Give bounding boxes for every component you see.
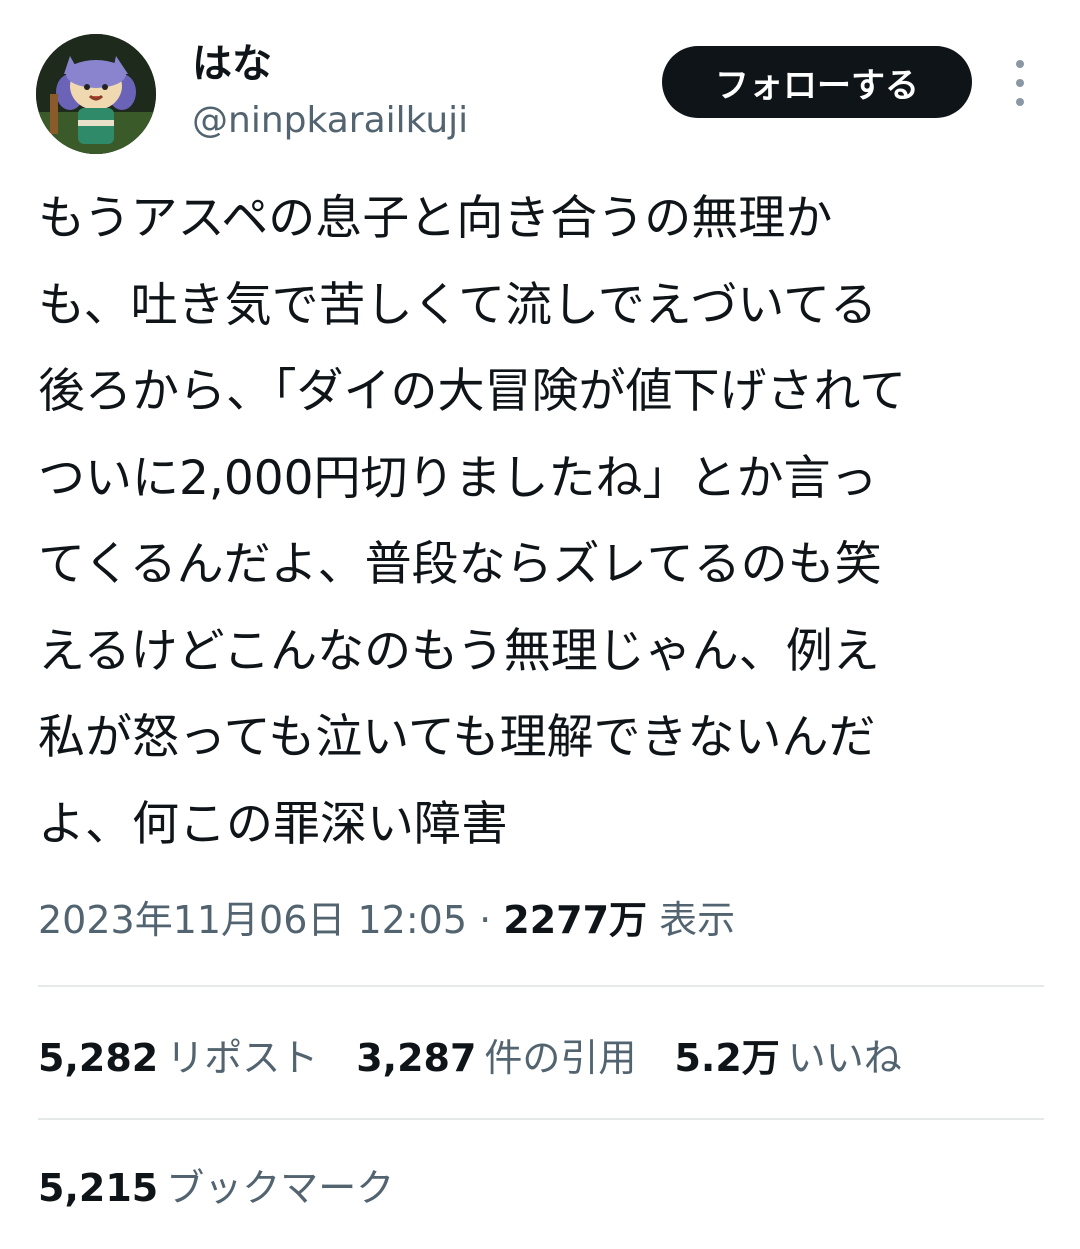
reposts-stat[interactable]: 5,282 リポスト — [38, 1030, 318, 1086]
quotes-label: 件の引用 — [484, 1036, 637, 1080]
tweet-text: もうアスペの息子と向き合うの無理か も、吐き気で苦しくて流しでえづいてる 後ろか… — [38, 176, 1048, 868]
avatar[interactable] — [36, 34, 156, 154]
vertical-ellipsis-icon[interactable] — [1004, 60, 1036, 106]
dot — [1016, 98, 1024, 106]
likes-label: いいね — [787, 1036, 902, 1080]
follow-button[interactable]: フォローする — [662, 46, 972, 118]
quotes-stat[interactable]: 3,287 件の引用 — [356, 1030, 636, 1086]
bookmarks-label: ブックマーク — [166, 1166, 395, 1210]
bookmarks-stat[interactable]: 5,215 ブックマーク — [38, 1160, 394, 1216]
meta-separator: · — [467, 898, 504, 942]
tweet-header: はな @ninpkarailkuji フォローする — [0, 0, 1080, 170]
divider — [38, 1118, 1044, 1120]
timestamp[interactable]: 2023年11月06日 12:05 — [38, 898, 467, 942]
reposts-count: 5,282 — [38, 1036, 159, 1080]
reposts-label: リポスト — [166, 1036, 319, 1080]
tweet-meta: 2023年11月06日 12:05 · 2277万 表示 — [38, 892, 735, 948]
tweet-line: 私が怒っても泣いても理解できないんだ — [38, 710, 876, 765]
views-count: 2277万 — [503, 898, 648, 942]
tweet-line: てくるんだよ、普段ならズレてるのも笑 — [38, 537, 882, 592]
tweet-line: よ、何この罪深い障害 — [38, 796, 508, 852]
dot — [1016, 79, 1024, 87]
display-name[interactable]: はな — [192, 38, 272, 90]
tweet-line: ついに2,000円切りましたね」とか言っ — [38, 450, 878, 506]
tweet-line: も、吐き気で苦しくて流しでえづいてる — [38, 277, 877, 333]
dot — [1016, 60, 1024, 68]
likes-count: 5.2万 — [674, 1036, 780, 1080]
tweet-line: もうアスペの息子と向き合うの無理か — [38, 191, 833, 246]
divider — [38, 985, 1044, 987]
likes-stat[interactable]: 5.2万 いいね — [674, 1030, 901, 1086]
user-handle[interactable]: @ninpkarailkuji — [192, 98, 468, 144]
tweet-line: えるけどこんなのもう無理じゃん、例え — [38, 623, 880, 679]
cartoon-cat-avatar-icon — [36, 34, 156, 154]
views-label: 表示 — [659, 898, 736, 942]
bookmarks-count: 5,215 — [38, 1166, 159, 1210]
tweet-line: 後ろから、「ダイの大冒険が値下げされて — [38, 364, 907, 419]
quotes-count: 3,287 — [356, 1036, 477, 1080]
engagement-stats: 5,282 リポスト 3,287 件の引用 5.2万 いいね — [38, 1030, 902, 1086]
